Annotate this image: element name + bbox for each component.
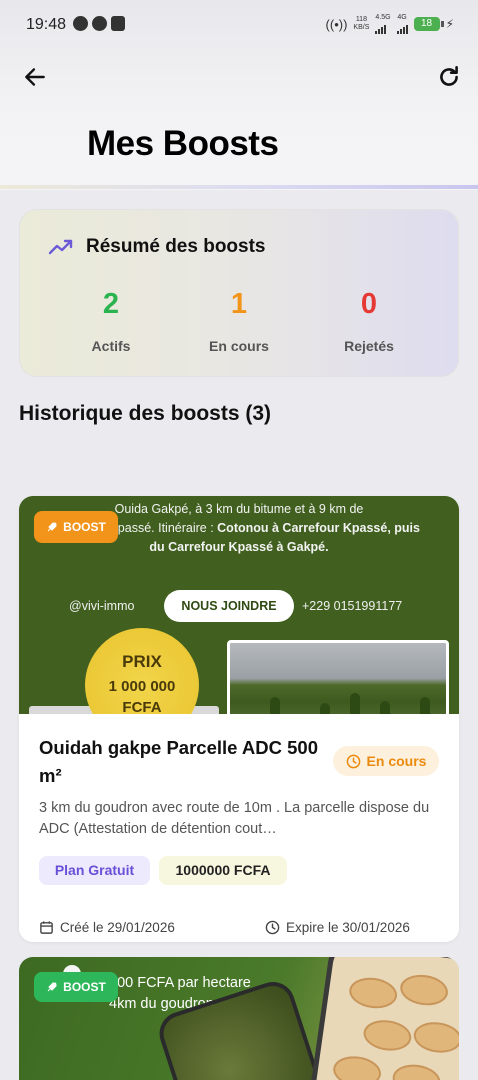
stat-value: 2 xyxy=(102,288,120,320)
image-phone: +229 0151991177 xyxy=(302,599,403,613)
signal-1: 4.5G xyxy=(375,14,391,34)
rocket-icon xyxy=(47,982,57,992)
boost-image: Ouida Gakpé, à 3 km du bitume et à 9 km … xyxy=(19,496,459,714)
summary-title: Résumé des boosts xyxy=(86,236,266,257)
clock-icon xyxy=(265,920,280,935)
header-divider xyxy=(0,185,478,189)
plan-tag: Plan Gratuit xyxy=(39,856,150,885)
boost-card[interactable]: 000 FCFA par hectare 4km du goudron BOOS… xyxy=(19,957,459,1080)
image-handle: @vivi-immo xyxy=(69,599,135,613)
stat-label: Rejetés xyxy=(344,338,394,354)
rocket-icon xyxy=(47,522,57,532)
back-button[interactable] xyxy=(22,64,48,90)
image-contact-row: @vivi-immo NOUS JOINDRE +229 0151991177 xyxy=(19,590,459,624)
stat-en-cours: 1 En cours xyxy=(179,288,299,354)
page-title: Mes Boosts xyxy=(87,124,279,163)
calendar-icon xyxy=(40,921,53,934)
property-description: 3 km du goudron avec route de 10m . La p… xyxy=(39,800,430,837)
net-speed: 118 KB/S xyxy=(353,16,370,31)
boost-badge: BOOST xyxy=(34,511,118,543)
created-date: Créé le 29/01/2026 xyxy=(39,920,175,935)
facebook-icon xyxy=(92,16,107,31)
stat-rejetes: 0 Rejetés xyxy=(309,288,429,354)
boost-card[interactable]: Ouida Gakpé, à 3 km du bitume et à 9 km … xyxy=(19,496,459,942)
cashew-photo xyxy=(307,957,459,1080)
calendar-notification-icon xyxy=(111,16,125,31)
signal-bars-icon xyxy=(396,22,408,34)
boost-badge: BOOST xyxy=(34,972,118,1002)
status-bar: 19:48 ((•)) 118 KB/S 4.5G 4G 18 ⚡ xyxy=(0,0,478,50)
history-title: Historique des boosts (3) xyxy=(19,402,272,425)
land-photo xyxy=(227,640,449,714)
refresh-icon xyxy=(440,65,458,86)
status-badge: En cours xyxy=(333,746,439,776)
hotspot-icon: ((•)) xyxy=(325,16,348,32)
boost-summary-card: Résumé des boosts 2 Actifs 1 En cours 0 … xyxy=(19,209,459,377)
image-join-label: NOUS JOINDRE xyxy=(164,590,294,622)
price-tag: 1000000 FCFA xyxy=(159,856,287,885)
notification-icons xyxy=(73,16,125,31)
signal-2: 4G xyxy=(396,14,408,34)
status-time: 19:48 xyxy=(26,16,67,33)
stat-label: Actifs xyxy=(91,338,131,354)
whatsapp-icon xyxy=(73,16,88,31)
price-seal: PRIX 1 000 000 FCFA xyxy=(85,628,199,714)
battery-icon: 18 xyxy=(413,17,444,31)
stat-actifs: 2 Actifs xyxy=(51,288,171,354)
system-indicators: ((•)) 118 KB/S 4.5G 4G 18 ⚡ xyxy=(326,14,454,34)
stat-label: En cours xyxy=(209,338,269,354)
property-title: Ouidah gakpe Parcelle ADC 500 m² xyxy=(39,737,318,786)
refresh-button[interactable] xyxy=(436,64,462,90)
charging-icon: ⚡ xyxy=(445,17,454,31)
stat-value: 1 xyxy=(230,288,248,320)
stat-value: 0 xyxy=(360,288,378,320)
signal-bars-icon xyxy=(375,22,390,34)
boost-card-body: Ouidah gakpe Parcelle ADC 500 m² En cour… xyxy=(19,714,459,942)
arrow-left-icon xyxy=(25,68,45,86)
expiry-date: Expire le 30/01/2026 xyxy=(265,920,410,935)
clock-icon xyxy=(346,754,360,768)
trending-up-icon xyxy=(48,239,73,255)
summary-header: Résumé des boosts xyxy=(48,236,266,258)
